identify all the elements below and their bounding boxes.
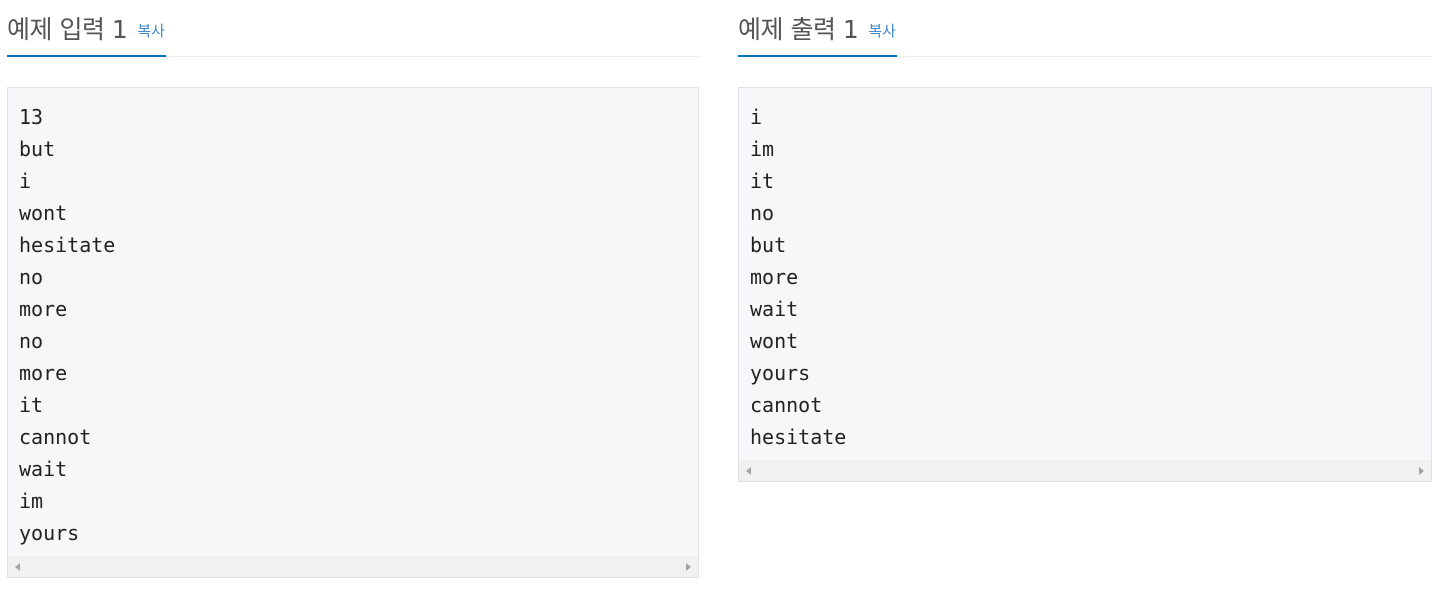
- sample-io-section: 예제 입력 1 복사 13 but i wont hesitate no mor…: [0, 0, 1442, 591]
- scroll-right-arrow-icon[interactable]: [1419, 467, 1424, 475]
- sample-output-line: im: [750, 137, 775, 161]
- sample-input-line: wait: [19, 457, 68, 481]
- copy-sample-output-button[interactable]: 복사: [868, 20, 896, 41]
- sample-input-lines: 13 but i wont hesitate no more no more i…: [8, 88, 698, 549]
- copy-sample-input-button[interactable]: 복사: [137, 20, 165, 41]
- sample-input-line: wont: [19, 201, 68, 225]
- sample-output-line: i: [750, 105, 763, 129]
- sample-output-line: yours: [750, 361, 811, 385]
- sample-input-headline: 예제 입력 1 복사: [7, 0, 166, 57]
- sample-output-line: more: [750, 265, 799, 289]
- sample-output-panel: 예제 출력 1 복사 i im it no but more wait wont…: [738, 0, 1432, 482]
- sample-input-panel: 예제 입력 1 복사 13 but i wont hesitate no mor…: [7, 0, 701, 578]
- sample-input-line: more: [19, 361, 68, 385]
- sample-input-line: im: [19, 489, 44, 513]
- sample-output-line: wait: [750, 297, 799, 321]
- sample-output-horizontal-scrollbar[interactable]: [739, 460, 1431, 481]
- sample-input-line: more: [19, 297, 68, 321]
- sample-input-line: but: [19, 137, 56, 161]
- sample-output-line: no: [750, 201, 775, 225]
- sample-input-line: yours: [19, 521, 80, 545]
- sample-output-line: hesitate: [750, 425, 847, 449]
- sample-output-line: it: [750, 169, 775, 193]
- sample-output-box[interactable]: i im it no but more wait wont yours cann…: [738, 87, 1432, 482]
- sample-output-headline: 예제 출력 1 복사: [738, 0, 897, 57]
- sample-input-line: 13: [19, 105, 44, 129]
- sample-input-line: it: [19, 393, 44, 417]
- sample-output-line: wont: [750, 329, 799, 353]
- sample-input-box[interactable]: 13 but i wont hesitate no more no more i…: [7, 87, 699, 578]
- scroll-right-arrow-icon[interactable]: [686, 563, 691, 571]
- scroll-left-arrow-icon[interactable]: [15, 563, 20, 571]
- sample-input-line: hesitate: [19, 233, 116, 257]
- sample-input-headline-row: 예제 입력 1 복사: [7, 0, 701, 57]
- sample-input-horizontal-scrollbar[interactable]: [8, 556, 698, 577]
- sample-output-headline-row: 예제 출력 1 복사: [738, 0, 1432, 57]
- sample-output-lines: i im it no but more wait wont yours cann…: [739, 88, 1431, 453]
- sample-output-title: 예제 출력 1: [738, 14, 859, 44]
- sample-input-line: cannot: [19, 425, 92, 449]
- sample-output-line: cannot: [750, 393, 823, 417]
- sample-input-line: i: [19, 169, 32, 193]
- sample-input-line: no: [19, 329, 44, 353]
- scroll-left-arrow-icon[interactable]: [746, 467, 751, 475]
- sample-output-line: but: [750, 233, 787, 257]
- sample-input-title: 예제 입력 1: [7, 14, 128, 44]
- sample-input-line: no: [19, 265, 44, 289]
